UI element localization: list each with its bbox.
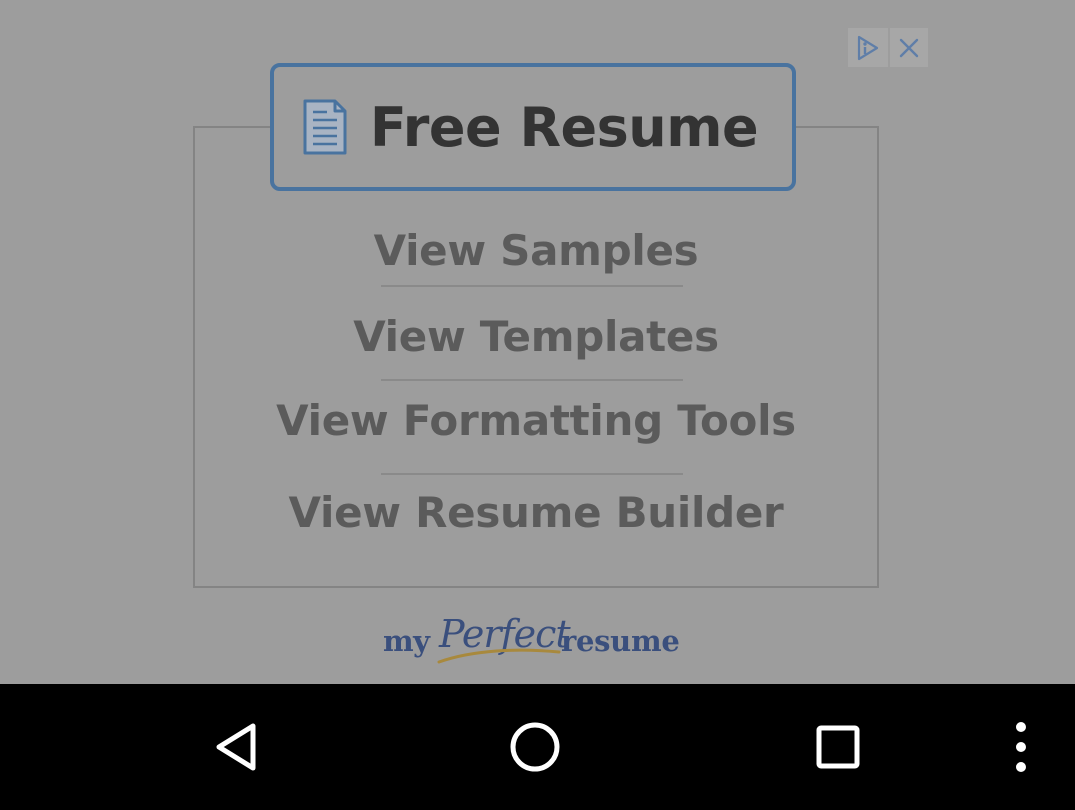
free-resume-header[interactable]: Free Resume: [270, 63, 796, 191]
divider: [381, 285, 683, 287]
ad-interstitial[interactable]: Free Resume View Samples View Templates …: [0, 0, 1075, 684]
back-icon: [216, 723, 256, 771]
ad-badge: [848, 28, 928, 67]
logo-swoosh: [437, 648, 561, 664]
overflow-menu-icon: [1016, 722, 1026, 772]
view-formatting-tools-link[interactable]: View Formatting Tools: [193, 396, 879, 446]
myperfectresume-logo: my Perfect resume: [383, 612, 693, 668]
logo-my: my: [383, 624, 430, 658]
header-title: Free Resume: [369, 95, 759, 159]
adchoices-icon[interactable]: [848, 28, 888, 67]
logo-resume: resume: [561, 624, 680, 658]
android-navigation-bar: [0, 684, 1075, 810]
divider: [381, 473, 683, 475]
back-button[interactable]: [200, 714, 270, 780]
view-samples-link[interactable]: View Samples: [193, 226, 879, 276]
recents-button[interactable]: [803, 714, 873, 780]
divider: [381, 379, 683, 381]
document-icon: [303, 99, 347, 155]
home-icon: [510, 722, 560, 772]
view-templates-link[interactable]: View Templates: [193, 312, 879, 362]
close-icon[interactable]: [890, 28, 928, 67]
home-button[interactable]: [500, 714, 570, 780]
overflow-menu-button[interactable]: [986, 714, 1056, 780]
recents-icon: [816, 725, 860, 769]
view-resume-builder-link[interactable]: View Resume Builder: [193, 488, 879, 538]
